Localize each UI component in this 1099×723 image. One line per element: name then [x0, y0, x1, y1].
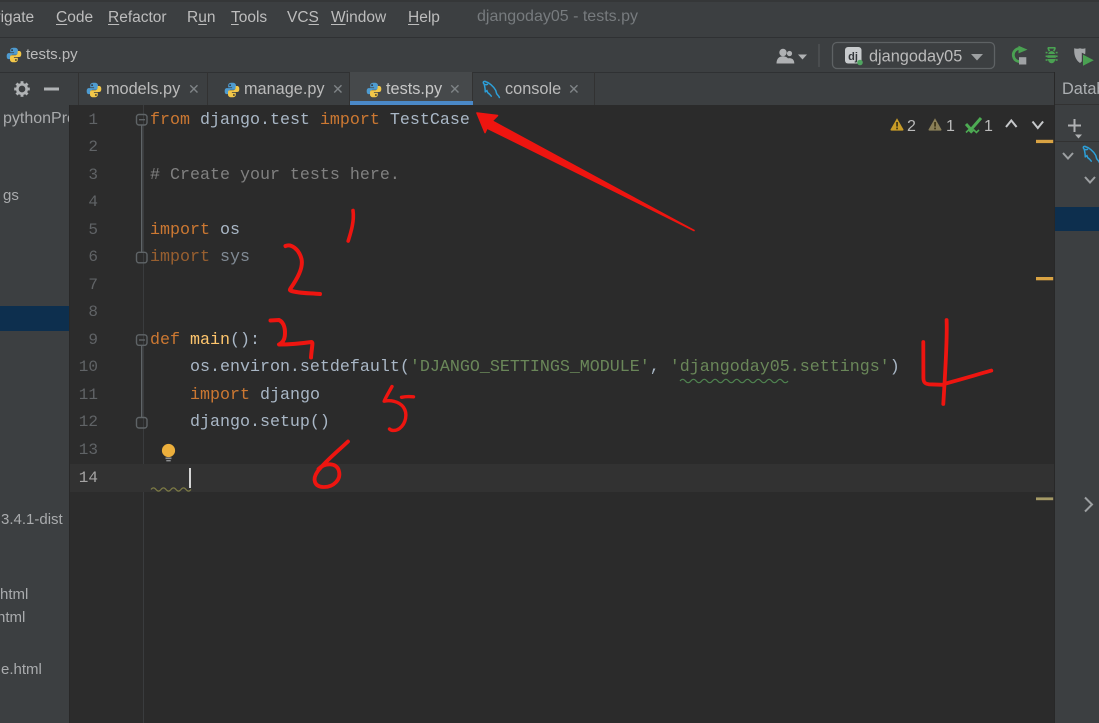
svg-text:1: 1 — [984, 118, 993, 135]
svg-text:2: 2 — [907, 118, 916, 135]
svg-text:dj: dj — [848, 51, 858, 63]
svg-text:1: 1 — [946, 118, 955, 135]
svg-text:djangoday05: djangoday05 — [869, 48, 962, 66]
